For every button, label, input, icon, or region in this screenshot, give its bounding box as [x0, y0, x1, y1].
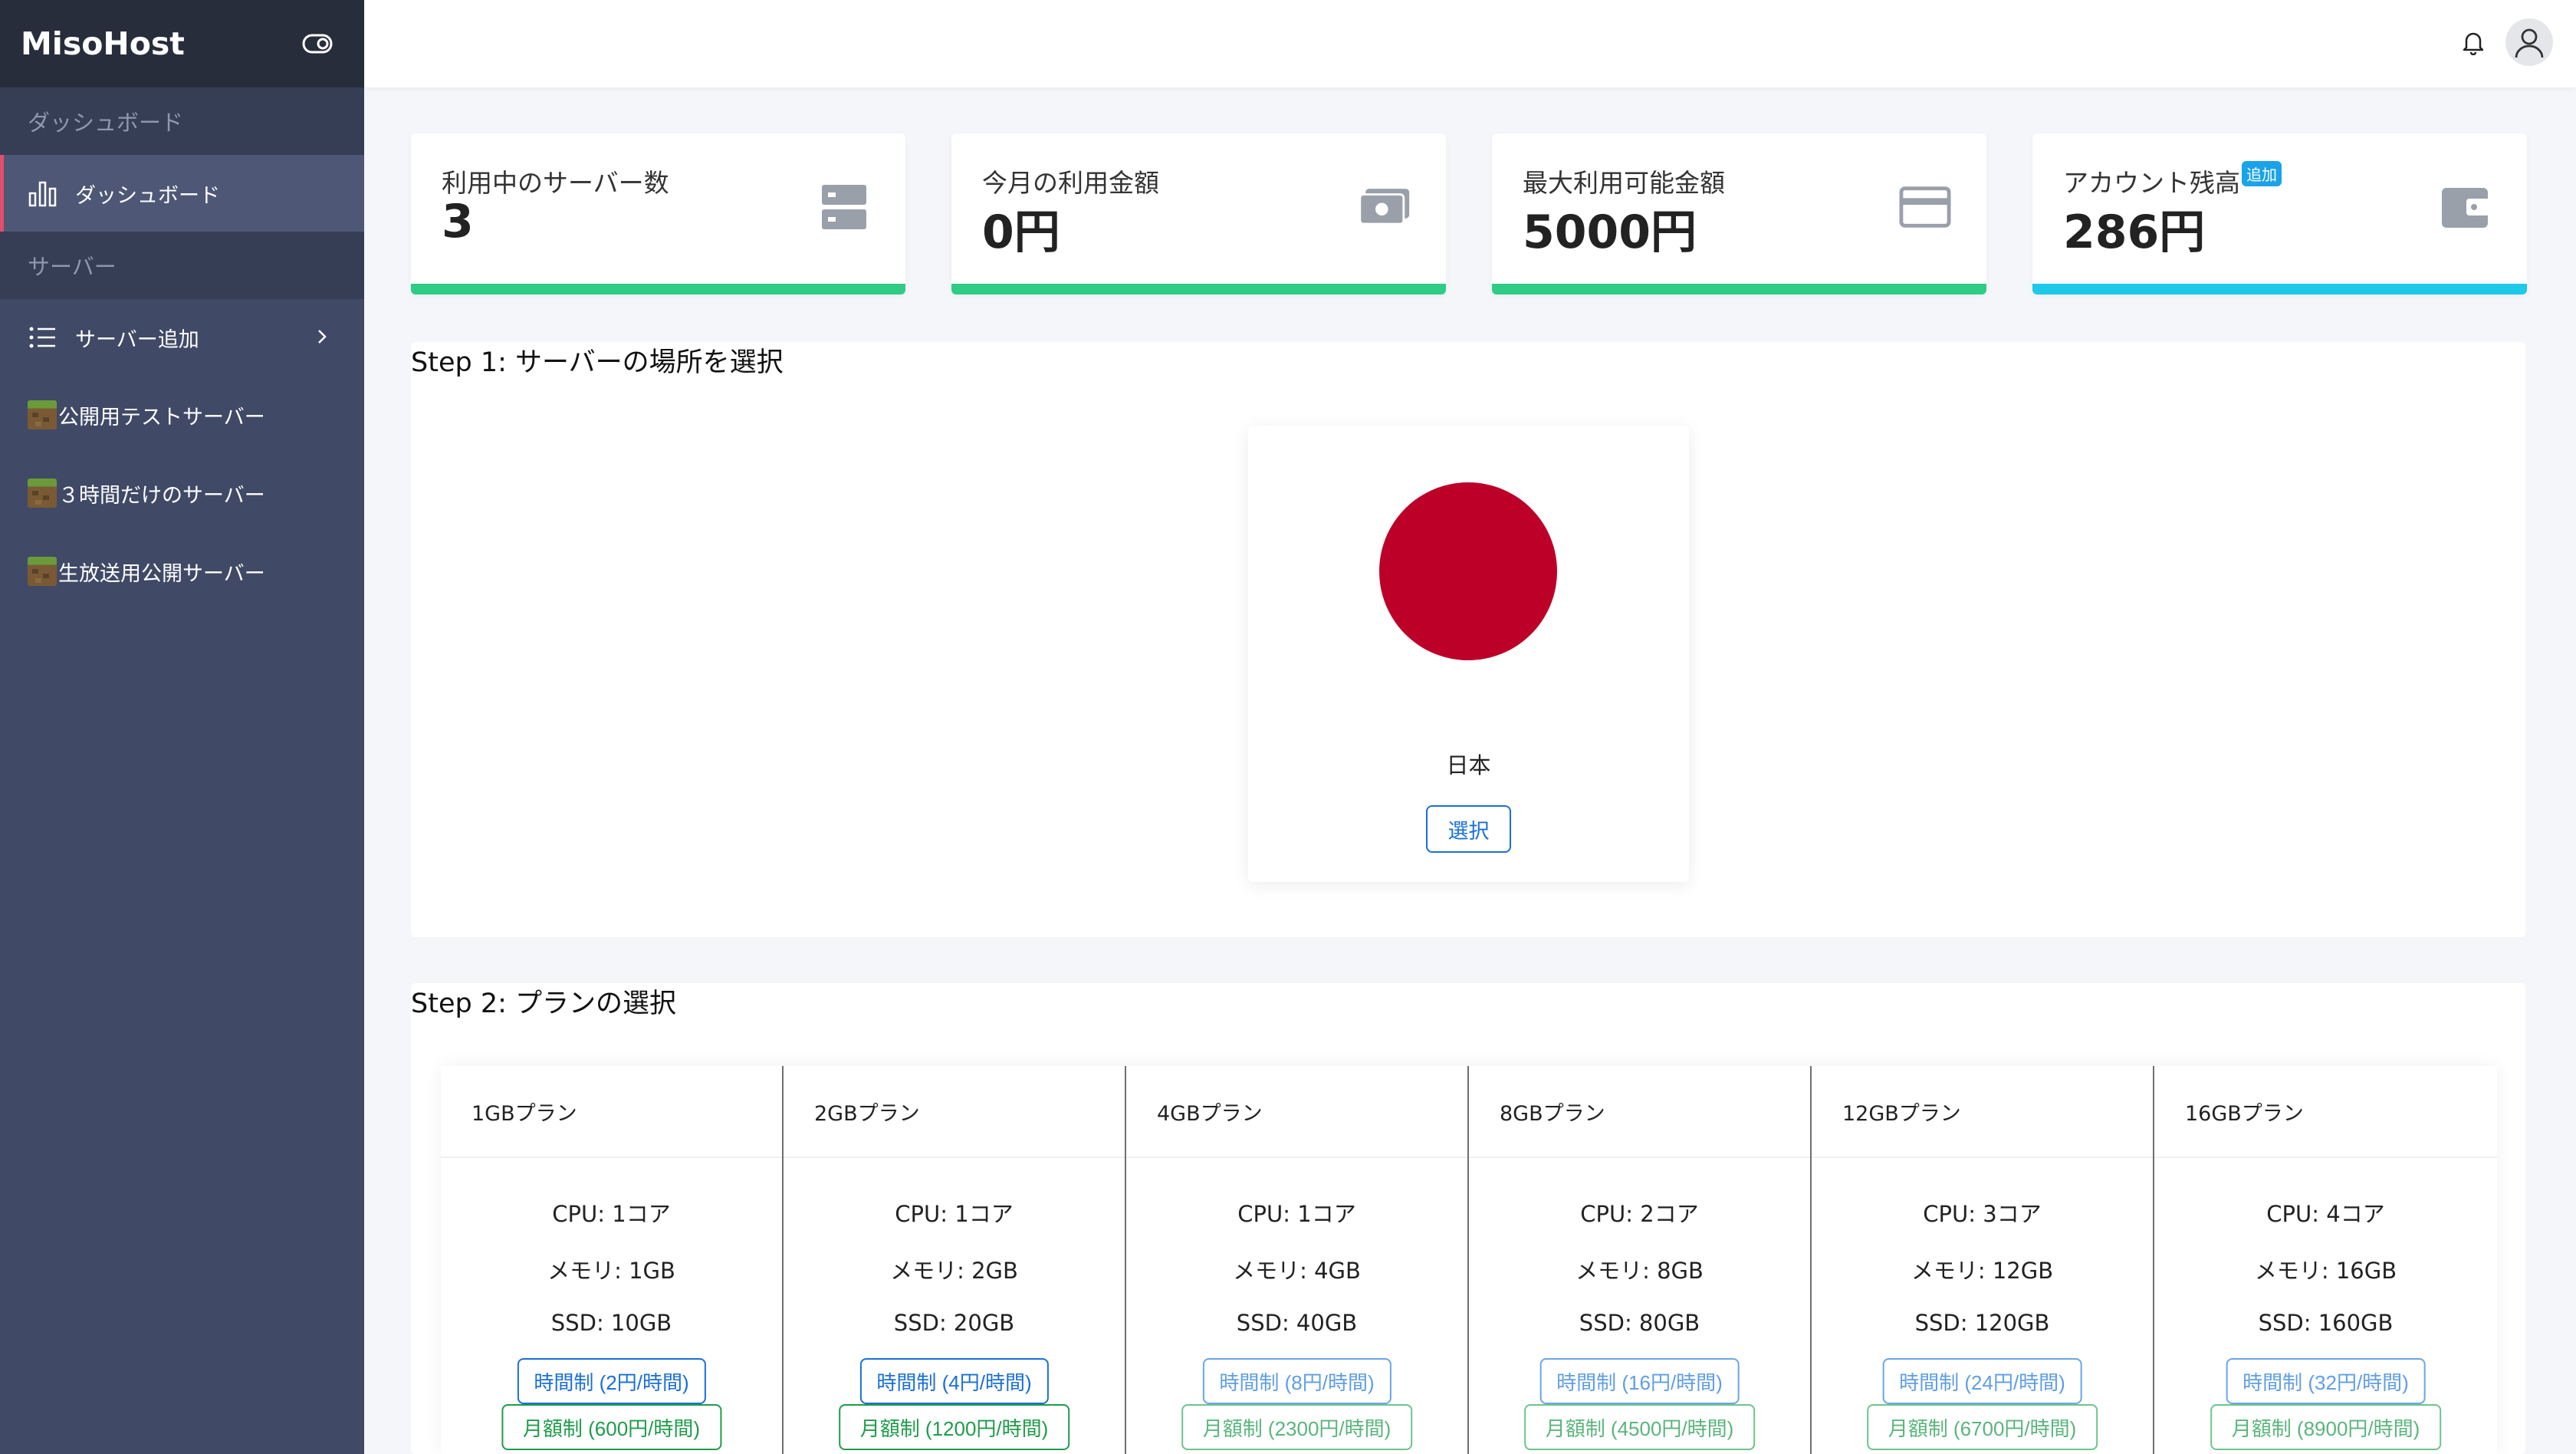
plan-name: 8GBプラン	[1469, 1066, 1810, 1158]
chevron-right-icon	[310, 325, 334, 348]
plan-memory: メモリ: 8GB	[1576, 1258, 1704, 1284]
select-location-button[interactable]: 選択	[1426, 805, 1511, 853]
stat-bar	[2032, 284, 2527, 294]
stat-label: 今月の利用金額	[982, 168, 1159, 198]
sidebar-item-server[interactable]: 公開用テストサーバー	[0, 376, 364, 454]
stat-card-account-balance: アカウント残高 追加 286円	[2032, 133, 2527, 294]
sidebar-item-server[interactable]: 生放送用公開サーバー	[0, 532, 364, 610]
sidebar-item-server[interactable]: ３時間だけのサーバー	[0, 454, 364, 532]
monthly-plan-button[interactable]: 月額制 (1200円/時間)	[838, 1404, 1070, 1450]
step1-title: Step 1: サーバーの場所を選択	[411, 347, 784, 378]
hourly-plan-button[interactable]: 時間制 (8円/時間)	[1202, 1358, 1392, 1404]
hourly-plan-button[interactable]: 時間制 (4円/時間)	[859, 1358, 1049, 1404]
sidebar-item-add-server[interactable]: サーバー追加	[0, 299, 364, 376]
brand-header: MisoHost	[0, 0, 364, 87]
stat-bar	[1492, 284, 1986, 294]
plan-memory: メモリ: 4GB	[1233, 1258, 1361, 1284]
stat-card-monthly-usage: 今月の利用金額 0円	[951, 133, 1446, 294]
server-icon	[818, 181, 870, 233]
monthly-plan-button[interactable]: 月額制 (4500円/時間)	[1523, 1404, 1756, 1450]
plan-name: 16GBプラン	[2154, 1066, 2497, 1158]
grass-block-icon	[28, 479, 57, 508]
sidebar-item-label: ダッシュボード	[75, 183, 220, 208]
plan-ssd: SSD: 160GB	[2258, 1310, 2394, 1336]
stat-card-max-available: 最大利用可能金額 5000円	[1492, 133, 1986, 294]
credit-card-icon	[1899, 181, 1951, 233]
plan-ssd: SSD: 80GB	[1579, 1310, 1700, 1336]
monthly-plan-button[interactable]: 月額制 (6700円/時間)	[1866, 1404, 2098, 1450]
stat-value: 286円	[2063, 206, 2206, 259]
plan-card-12gb: 12GBプラン CPU: 3コア メモリ: 12GB SSD: 120GB 時間…	[1812, 1066, 2154, 1454]
plan-list: 1GBプラン CPU: 1コア メモリ: 1GB SSD: 10GB 時間制 (…	[441, 1066, 2497, 1454]
sidebar: MisoHost ダッシュボード ダッシュボード サーバー サーバー追加 公開用…	[0, 0, 364, 1454]
plan-name: 4GBプラン	[1126, 1066, 1467, 1158]
plan-memory: メモリ: 1GB	[547, 1258, 675, 1284]
plan-name: 2GBプラン	[784, 1066, 1125, 1158]
server-name: 生放送用公開サーバー	[58, 561, 265, 586]
monthly-plan-button[interactable]: 月額制 (600円/時間)	[501, 1404, 722, 1450]
japan-flag-icon	[1379, 482, 1557, 660]
section-label-server: サーバー	[0, 232, 364, 299]
bar-chart-icon	[28, 178, 58, 209]
stat-value: 5000円	[1523, 206, 1697, 259]
plan-ssd: SSD: 40GB	[1236, 1310, 1358, 1336]
plan-memory: メモリ: 16GB	[2254, 1258, 2397, 1284]
monthly-plan-button[interactable]: 月額制 (2300円/時間)	[1181, 1404, 1413, 1450]
sidebar-item-label: サーバー追加	[75, 327, 199, 352]
hourly-plan-button[interactable]: 時間制 (32円/時間)	[2226, 1358, 2426, 1404]
plan-card-1gb: 1GBプラン CPU: 1コア メモリ: 1GB SSD: 10GB 時間制 (…	[441, 1066, 784, 1454]
avatar[interactable]	[2505, 18, 2553, 66]
wallet-icon	[2440, 181, 2492, 233]
stat-value: 0円	[982, 206, 1060, 259]
plan-memory: メモリ: 2GB	[890, 1258, 1018, 1284]
stat-label-text: アカウント残高	[2063, 168, 2240, 198]
plan-ssd: SSD: 20GB	[893, 1310, 1015, 1336]
hourly-plan-button[interactable]: 時間制 (24円/時間)	[1882, 1358, 2082, 1404]
add-balance-badge[interactable]: 追加	[2242, 161, 2282, 186]
bell-icon[interactable]	[2460, 29, 2486, 56]
topbar	[364, 0, 2576, 87]
plan-cpu: CPU: 1コア	[552, 1201, 671, 1227]
server-name: 公開用テストサーバー	[58, 405, 265, 429]
list-icon	[28, 322, 58, 353]
plan-cpu: CPU: 2コア	[1580, 1201, 1699, 1227]
plan-cpu: CPU: 4コア	[2266, 1201, 2385, 1227]
plan-cpu: CPU: 1コア	[895, 1201, 1014, 1227]
grass-block-icon	[28, 400, 57, 429]
stat-bar	[951, 284, 1446, 294]
stat-bar	[411, 284, 905, 294]
money-icon	[1359, 181, 1411, 233]
stat-card-servers: 利用中のサーバー数 3	[411, 133, 905, 294]
grass-block-icon	[28, 557, 57, 586]
plan-card-2gb: 2GBプラン CPU: 1コア メモリ: 2GB SSD: 20GB 時間制 (…	[784, 1066, 1126, 1454]
country-name: 日本	[1446, 752, 1491, 778]
sidebar-item-dashboard[interactable]: ダッシュボード	[0, 155, 364, 232]
stat-value: 3	[442, 195, 474, 248]
stat-label: 利用中のサーバー数	[442, 168, 669, 198]
stat-label: 最大利用可能金額	[1523, 168, 1725, 198]
plan-card-8gb: 8GBプラン CPU: 2コア メモリ: 8GB SSD: 80GB 時間制 (…	[1469, 1066, 1812, 1454]
plan-memory: メモリ: 12GB	[1911, 1258, 2054, 1284]
server-name: ３時間だけのサーバー	[58, 483, 265, 508]
country-card-japan[interactable]: 日本 選択	[1248, 426, 1689, 882]
hourly-plan-button[interactable]: 時間制 (2円/時間)	[517, 1358, 706, 1404]
section-label-dashboard: ダッシュボード	[0, 87, 364, 155]
plan-name: 12GBプラン	[1812, 1066, 2153, 1158]
step2-title: Step 2: プランの選択	[411, 989, 677, 1019]
brand-title: MisoHost	[21, 25, 185, 62]
hourly-plan-button[interactable]: 時間制 (16円/時間)	[1539, 1358, 1740, 1404]
stat-label: アカウント残高 追加	[2063, 161, 2282, 199]
plan-ssd: SSD: 10GB	[550, 1310, 672, 1336]
toggle-icon[interactable]	[301, 28, 334, 60]
plan-ssd: SSD: 120GB	[1914, 1310, 2050, 1336]
plan-name: 1GBプラン	[441, 1066, 782, 1158]
plan-cpu: CPU: 1コア	[1237, 1201, 1356, 1227]
plan-card-4gb: 4GBプラン CPU: 1コア メモリ: 4GB SSD: 40GB 時間制 (…	[1126, 1066, 1469, 1454]
plan-card-16gb: 16GBプラン CPU: 4コア メモリ: 16GB SSD: 160GB 時間…	[2154, 1066, 2497, 1454]
monthly-plan-button[interactable]: 月額制 (8900円/時間)	[2210, 1404, 2442, 1450]
plan-cpu: CPU: 3コア	[1923, 1201, 2042, 1227]
